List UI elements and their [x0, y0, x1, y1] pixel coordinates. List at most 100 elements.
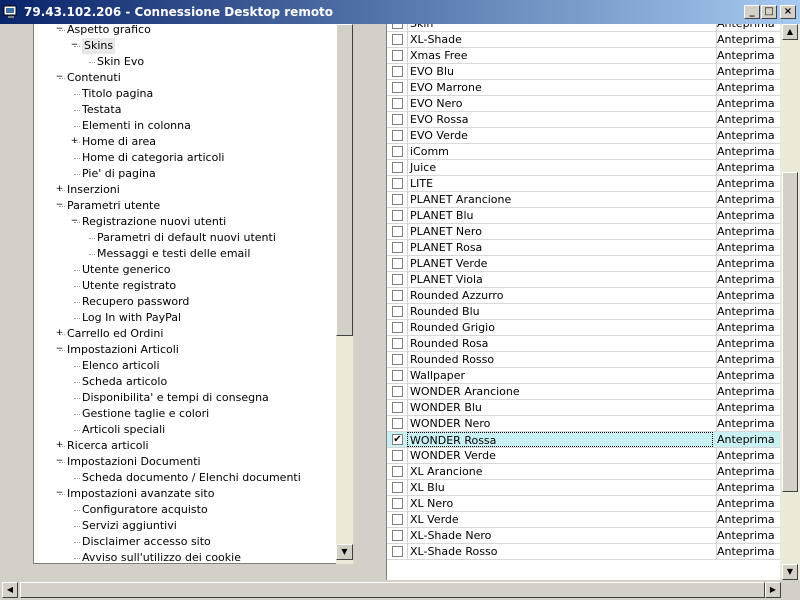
skin-name-cell[interactable]: WONDER Blu [407, 400, 717, 415]
grid-row[interactable]: WONDER Verde Anteprima [387, 448, 780, 464]
skin-name-cell[interactable]: Rounded Rosso [407, 352, 717, 367]
grid-row[interactable]: Rounded Rosa Anteprima [387, 336, 780, 352]
preview-link[interactable]: Anteprima [715, 432, 780, 447]
preview-link[interactable]: Anteprima [715, 496, 780, 511]
skin-name-cell[interactable]: WONDER Nero [407, 416, 717, 431]
skin-checkbox[interactable] [392, 290, 403, 301]
preview-link[interactable]: Anteprima [715, 400, 780, 415]
skin-checkbox[interactable] [392, 354, 403, 365]
preview-link[interactable]: Anteprima [715, 64, 780, 79]
skin-name-cell[interactable]: XL Blu [407, 480, 717, 495]
grid-row[interactable]: ✔ WONDER Rossa Anteprima [387, 432, 780, 448]
preview-link[interactable]: Anteprima [715, 224, 780, 239]
grid-row[interactable]: XL-Shade Rosso Anteprima [387, 544, 780, 560]
preview-link[interactable]: Anteprima [715, 416, 780, 431]
minimize-button[interactable]: _ [744, 5, 760, 19]
grid-row[interactable]: WONDER Arancione Anteprima [387, 384, 780, 400]
tree-item[interactable]: Utente registrato [34, 278, 334, 294]
grid-row[interactable]: XL-Shade Nero Anteprima [387, 528, 780, 544]
grid-row[interactable]: Rounded Azzurro Anteprima [387, 288, 780, 304]
skin-checkbox[interactable] [392, 242, 403, 253]
skin-checkbox[interactable] [392, 498, 403, 509]
grid-row[interactable]: Rounded Grigio Anteprima [387, 320, 780, 336]
close-button[interactable]: × [780, 5, 796, 19]
skin-name-cell[interactable]: EVO Marrone [407, 80, 717, 95]
skin-checkbox[interactable] [392, 210, 403, 221]
preview-link[interactable]: Anteprima [715, 352, 780, 367]
grid-row[interactable]: EVO Blu Anteprima [387, 64, 780, 80]
grid-row[interactable]: EVO Verde Anteprima [387, 128, 780, 144]
grid-row[interactable]: XL Arancione Anteprima [387, 464, 780, 480]
preview-link[interactable]: Anteprima [715, 320, 780, 335]
tree-item[interactable]: Disponibilita' e tempi di consegna [34, 390, 334, 406]
preview-link[interactable]: Anteprima [715, 96, 780, 111]
skin-name-cell[interactable]: iComm [407, 144, 717, 159]
grid-row[interactable]: Wallpaper Anteprima [387, 368, 780, 384]
preview-link[interactable]: Anteprima [715, 528, 780, 543]
skin-checkbox[interactable] [392, 24, 403, 29]
skin-checkbox[interactable] [392, 98, 403, 109]
preview-link[interactable]: Anteprima [715, 512, 780, 527]
skin-checkbox[interactable] [392, 370, 403, 381]
tree-item[interactable]: Skin Evo [34, 54, 334, 70]
preview-link[interactable]: Anteprima [715, 368, 780, 383]
preview-link[interactable]: Anteprima [715, 384, 780, 399]
skin-checkbox[interactable] [392, 34, 403, 45]
skin-name-cell[interactable]: Wallpaper [407, 368, 717, 383]
skin-name-cell[interactable]: Rounded Grigio [407, 320, 717, 335]
expand-icon[interactable]: + [55, 185, 64, 194]
skin-name-cell[interactable]: Xmas Free [407, 48, 717, 63]
skin-checkbox[interactable] [392, 402, 403, 413]
collapse-icon[interactable]: − [55, 457, 64, 466]
skin-name-cell[interactable]: WONDER Rossa [407, 432, 713, 447]
tree-item[interactable]: Gestione taglie e colori [34, 406, 334, 422]
skin-name-cell[interactable]: XL Nero [407, 496, 717, 511]
pane-splitter[interactable] [370, 24, 386, 580]
maximize-button[interactable]: □ [761, 5, 777, 19]
grid-row[interactable]: iComm Anteprima [387, 144, 780, 160]
tree-item[interactable]: Home di categoria articoli [34, 150, 334, 166]
preview-link[interactable]: Anteprima [715, 304, 780, 319]
skin-name-cell[interactable]: EVO Blu [407, 64, 717, 79]
skin-name-cell[interactable]: XL Arancione [407, 464, 717, 479]
preview-link[interactable]: Anteprima [715, 448, 780, 463]
preview-link[interactable]: Anteprima [715, 160, 780, 175]
horizontal-scrollbar[interactable]: ◀ ▶ [0, 580, 800, 600]
tree-item[interactable]: − Registrazione nuovi utenti [34, 214, 334, 230]
grid-row[interactable]: PLANET Verde Anteprima [387, 256, 780, 272]
grid-scroll-up-button[interactable]: ▲ [782, 24, 798, 40]
skin-checkbox[interactable] [392, 258, 403, 269]
skin-name-cell[interactable]: PLANET Viola [407, 272, 717, 287]
grid-row[interactable]: Rounded Blu Anteprima [387, 304, 780, 320]
tree-item[interactable]: − Aspetto grafico [34, 24, 334, 38]
skin-name-cell[interactable]: WONDER Verde [407, 448, 717, 463]
collapse-icon[interactable]: − [70, 217, 79, 226]
tree-item[interactable]: Utente generico [34, 262, 334, 278]
expand-icon[interactable]: + [70, 137, 79, 146]
tree-item[interactable]: Disclaimer accesso sito [34, 534, 334, 550]
skin-name-cell[interactable]: XL Verde [407, 512, 717, 527]
skin-checkbox[interactable] [392, 274, 403, 285]
skin-checkbox[interactable] [392, 114, 403, 125]
grid-scroll-down-button[interactable]: ▼ [782, 564, 798, 580]
expand-icon[interactable]: + [55, 329, 64, 338]
tree-item[interactable]: Elementi in colonna [34, 118, 334, 134]
tree-item[interactable]: Testata [34, 102, 334, 118]
skin-checkbox[interactable] [392, 306, 403, 317]
preview-link[interactable]: Anteprima [715, 112, 780, 127]
skin-checkbox[interactable] [392, 146, 403, 157]
skin-checkbox[interactable] [392, 50, 403, 61]
skin-name-cell[interactable]: PLANET Arancione [407, 192, 717, 207]
grid-row[interactable]: WONDER Blu Anteprima [387, 400, 780, 416]
skin-checkbox[interactable] [392, 482, 403, 493]
preview-link[interactable]: Anteprima [715, 144, 780, 159]
tree-item[interactable]: Log In with PayPal [34, 310, 334, 326]
horizontal-scroll-thumb[interactable] [20, 582, 765, 598]
tree-item[interactable]: + Home di area [34, 134, 334, 150]
preview-link[interactable]: Anteprima [715, 48, 780, 63]
grid-row[interactable]: XL Nero Anteprima [387, 496, 780, 512]
skin-name-cell[interactable]: XL-Shade Nero [407, 528, 717, 543]
skin-name-cell[interactable]: Rounded Blu [407, 304, 717, 319]
skin-name-cell[interactable]: Skin [407, 24, 717, 31]
preview-link[interactable]: Anteprima [715, 464, 780, 479]
